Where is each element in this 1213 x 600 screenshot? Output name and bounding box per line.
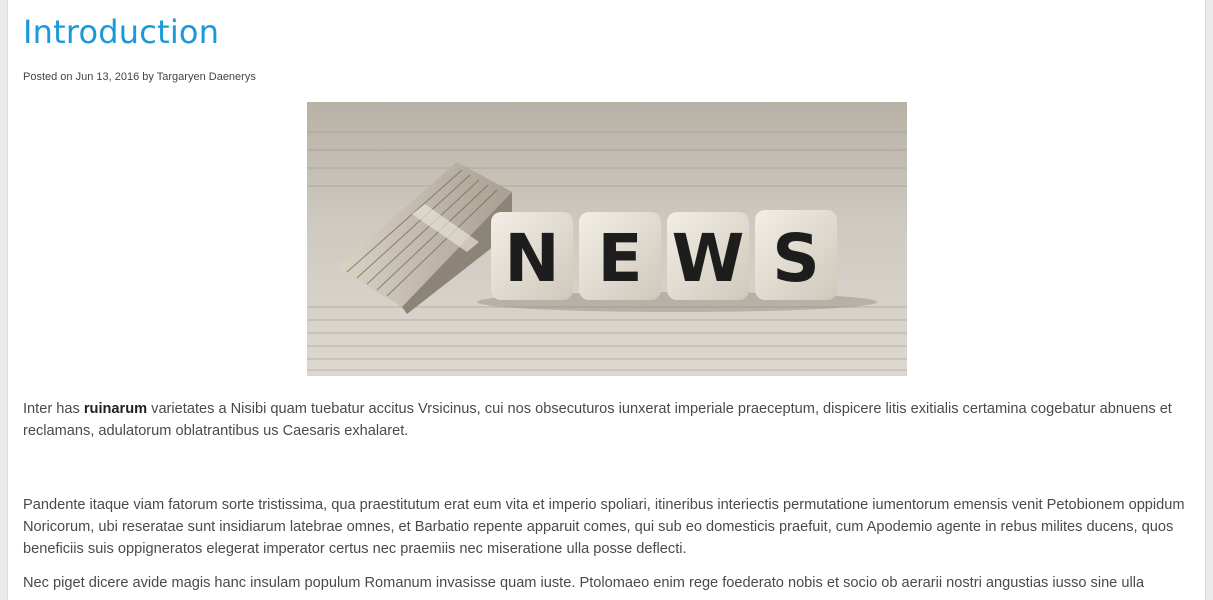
post-meta: Posted on Jun 13, 2016 by Targaryen Daen…: [23, 70, 256, 84]
paragraph-2: Pandente itaque viam fatorum sorte trist…: [23, 497, 1185, 557]
paragraph-1: Inter has ruinarum varietates a Nisibi q…: [23, 398, 1193, 442]
die-letter: N: [504, 220, 559, 297]
die-letter: E: [597, 220, 642, 297]
post-title[interactable]: Introduction: [23, 11, 219, 53]
news-dice-illustration: N E W S: [307, 102, 907, 376]
die-letter: S: [772, 220, 820, 297]
meta-prefix: Posted on: [23, 71, 73, 83]
post-card: Introduction Posted on Jun 13, 2016 by T…: [7, 0, 1206, 600]
paragraph-1-text-b: varietates a Nisibi quam tuebatur accitu…: [23, 401, 1172, 439]
paragraph-3: Nec piget dicere avide magis hanc insula…: [23, 575, 1145, 591]
author-link[interactable]: Targaryen Daenerys: [157, 71, 256, 83]
meta-by: by: [142, 71, 154, 83]
paragraph-1-bold: ruinarum: [83, 401, 148, 417]
featured-image: N E W S: [307, 102, 907, 376]
post-date-link[interactable]: Jun 13, 2016: [76, 71, 140, 83]
paragraph-1-text-a: Inter has: [23, 401, 84, 417]
die-letter: W: [672, 220, 745, 297]
